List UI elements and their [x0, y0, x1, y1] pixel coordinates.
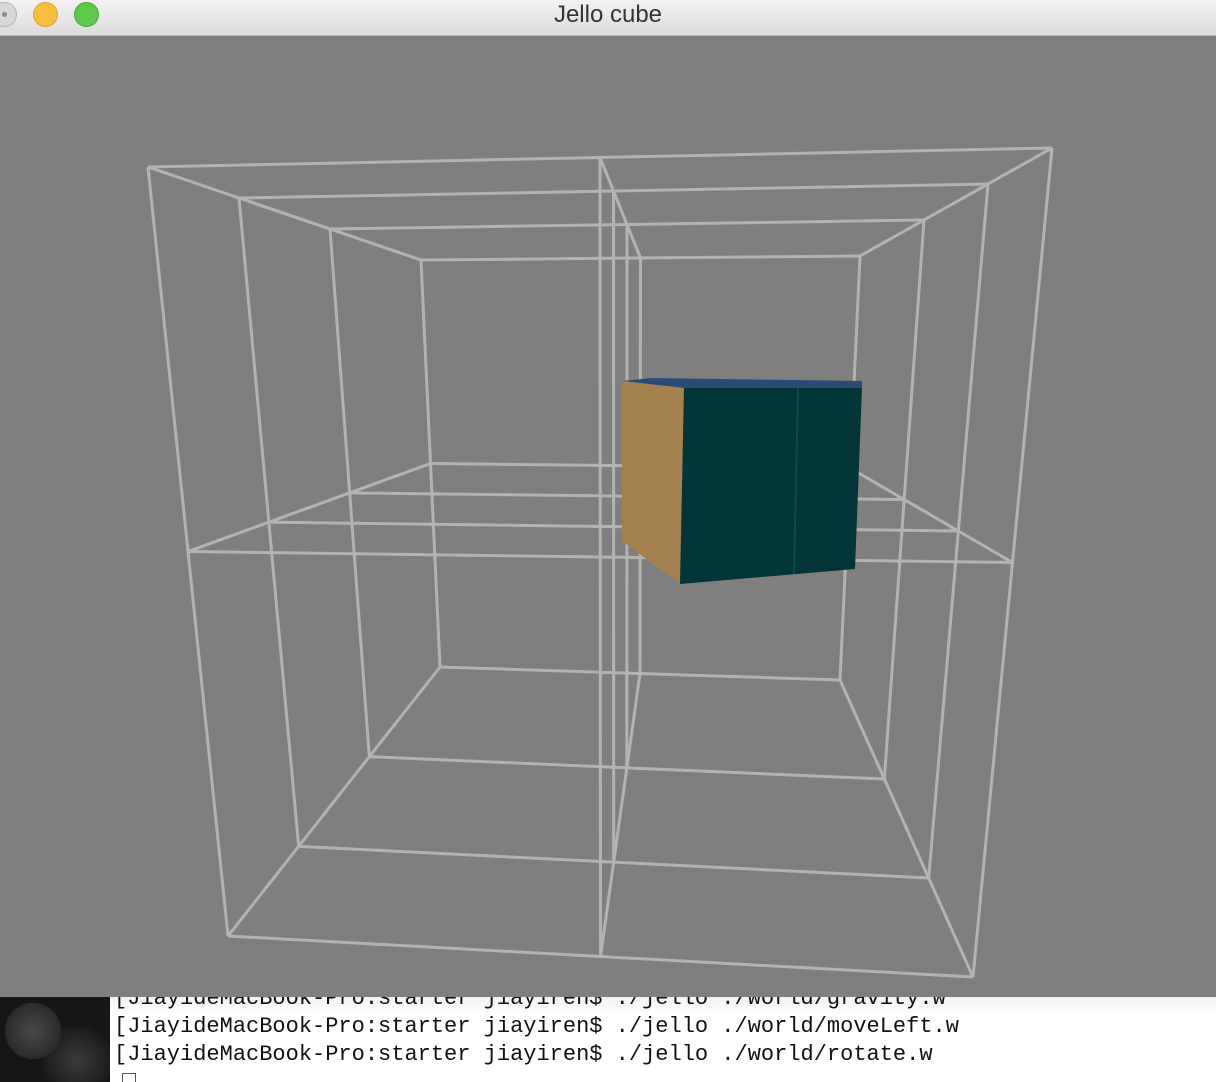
jello-cube-front-face: [680, 388, 862, 584]
terminal-line: [JiayideMacBook-Pro:starter jiayiren$ ./…: [114, 1042, 933, 1067]
bounding-box-wireframe: [146, 146, 1054, 979]
opengl-viewport[interactable]: [0, 36, 1216, 997]
terminal-strip: [JiayideMacBook-Pro:starter jiayiren$ ./…: [0, 997, 1216, 1082]
wire-depth-edge: [599, 673, 642, 957]
wire-depth-edge: [859, 146, 1053, 258]
wire-depth-edge: [598, 156, 642, 259]
title-bar[interactable]: Jello cube: [0, 0, 1216, 36]
wire-depth-edge: [187, 462, 432, 553]
wire-depth-edge: [147, 165, 422, 262]
wire-depth-edge: [838, 679, 975, 978]
jello-window: Jello cube: [0, 0, 1216, 997]
jello-cube[interactable]: [622, 378, 862, 584]
terminal-window[interactable]: [JiayideMacBook-Pro:starter jiayiren$ ./…: [110, 997, 1216, 1082]
jello-cube-side-face: [622, 381, 684, 584]
terminal-line: [JiayideMacBook-Pro:starter jiayiren$ ./…: [114, 997, 946, 1011]
desktop-wallpaper: [0, 997, 110, 1082]
wire-depth-edge: [849, 466, 1014, 564]
window-title: Jello cube: [553, 1, 663, 28]
wire-depth-edge: [226, 666, 442, 937]
terminal-line: [JiayideMacBook-Pro:starter jiayiren$ ./…: [114, 1014, 959, 1039]
terminal-cursor: [122, 1073, 136, 1082]
